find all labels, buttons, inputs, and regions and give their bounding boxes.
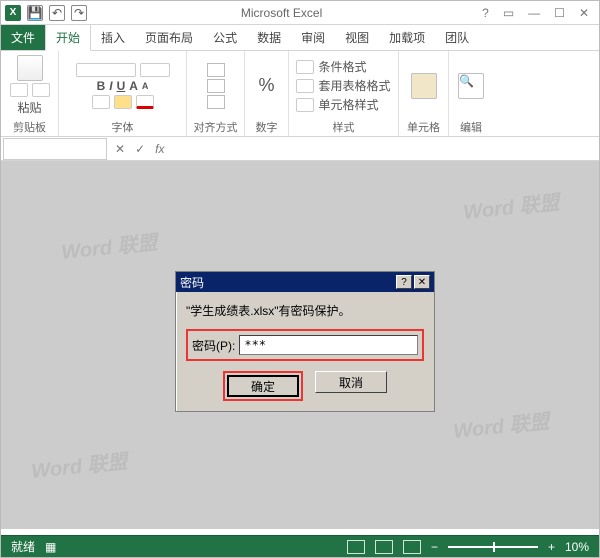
password-label: 密码(P):	[192, 337, 235, 354]
minimize-icon[interactable]: —	[528, 6, 540, 20]
worksheet-area: Word 联盟 Word 联盟 Word 联盟 Word 联盟 密码 ? ✕ "…	[1, 161, 599, 529]
help-icon[interactable]: ?	[482, 6, 489, 20]
fx-icon[interactable]: fx	[155, 142, 164, 156]
page-break-view-icon[interactable]	[403, 540, 421, 554]
title-bar: X 💾 ↶ ↷ Microsoft Excel ? ▭ — ☐ ✕	[1, 1, 599, 25]
italic-button[interactable]: I	[109, 79, 112, 93]
group-alignment: 对齐方式	[187, 51, 245, 136]
ok-highlight: 确定	[223, 371, 303, 401]
zoom-slider[interactable]	[448, 546, 538, 548]
cells-label: 单元格	[407, 117, 440, 135]
cells-icon[interactable]	[411, 73, 437, 99]
group-number: % 数字	[245, 51, 289, 136]
app-title: Microsoft Excel	[91, 6, 472, 20]
tab-insert[interactable]: 插入	[91, 25, 135, 50]
number-label: 数字	[256, 117, 278, 135]
font-shrink-button[interactable]: A	[142, 81, 149, 91]
ribbon: 粘贴 剪贴板 B I U A A 字体 对齐方式 % 数字	[1, 51, 599, 137]
bold-button[interactable]: B	[97, 79, 106, 93]
maximize-icon[interactable]: ☐	[554, 6, 565, 20]
password-dialog: 密码 ? ✕ "学生成绩表.xlsx"有密码保护。 密码(P): 确定 取消	[175, 271, 435, 412]
border-icon[interactable]	[92, 95, 110, 109]
close-icon[interactable]: ✕	[579, 6, 589, 20]
dialog-titlebar[interactable]: 密码 ? ✕	[176, 272, 434, 292]
tab-home[interactable]: 开始	[45, 24, 91, 51]
group-clipboard: 粘贴 剪贴板	[1, 51, 59, 136]
table-format-icon[interactable]	[296, 79, 314, 93]
cancel-formula-icon[interactable]: ✕	[115, 142, 125, 156]
tab-formulas[interactable]: 公式	[203, 25, 247, 50]
watermark: Word 联盟	[60, 226, 159, 265]
clipboard-label: 剪贴板	[13, 117, 46, 135]
ribbon-collapse-icon[interactable]: ▭	[503, 6, 514, 20]
watermark: Word 联盟	[461, 186, 560, 225]
watermark: Word 联盟	[451, 405, 550, 444]
excel-icon: X	[5, 5, 21, 21]
font-label: 字体	[112, 117, 134, 135]
dialog-title: 密码	[180, 274, 204, 291]
font-color-icon[interactable]	[136, 95, 154, 109]
cond-format-icon[interactable]	[296, 60, 314, 74]
percent-icon[interactable]: %	[258, 75, 274, 96]
align-middle-icon[interactable]	[207, 79, 225, 93]
align-top-icon[interactable]	[207, 63, 225, 77]
tab-team[interactable]: 团队	[435, 25, 479, 50]
cell-style-icon[interactable]	[296, 98, 314, 112]
password-input[interactable]	[239, 335, 418, 355]
tab-file[interactable]: 文件	[1, 25, 45, 50]
paste-label: 粘贴	[17, 99, 41, 116]
ribbon-tabs: 文件 开始 插入 页面布局 公式 数据 审阅 视图 加载项 团队	[1, 25, 599, 51]
ok-button[interactable]: 确定	[227, 375, 299, 397]
group-cells: 单元格	[399, 51, 449, 136]
group-font: B I U A A 字体	[59, 51, 187, 136]
dialog-close-icon[interactable]: ✕	[414, 275, 430, 289]
cell-style-label[interactable]: 单元格样式	[318, 96, 378, 113]
styles-label: 样式	[333, 117, 355, 135]
group-editing: 🔍 编辑	[449, 51, 493, 136]
alignment-label: 对齐方式	[194, 117, 238, 135]
zoom-value[interactable]: 10%	[565, 540, 589, 554]
tab-page-layout[interactable]: 页面布局	[135, 25, 203, 50]
dialog-body: "学生成绩表.xlsx"有密码保护。 密码(P): 确定 取消	[176, 292, 434, 411]
status-ready: 就绪	[11, 538, 35, 555]
tab-data[interactable]: 数据	[247, 25, 291, 50]
cancel-button[interactable]: 取消	[315, 371, 387, 393]
editing-label: 编辑	[460, 117, 482, 135]
cond-format-label[interactable]: 条件格式	[318, 58, 366, 75]
status-bar: 就绪 ▦ − + 10%	[1, 535, 599, 557]
redo-icon[interactable]: ↷	[71, 5, 87, 21]
tab-review[interactable]: 审阅	[291, 25, 335, 50]
password-row: 密码(P):	[186, 329, 424, 361]
zoom-out-icon[interactable]: −	[431, 540, 438, 554]
normal-view-icon[interactable]	[347, 540, 365, 554]
undo-icon[interactable]: ↶	[49, 5, 65, 21]
underline-button[interactable]: U	[117, 79, 126, 93]
name-box[interactable]	[3, 138, 107, 160]
tab-addins[interactable]: 加载项	[379, 25, 435, 50]
dialog-message: "学生成绩表.xlsx"有密码保护。	[186, 302, 424, 319]
paste-icon[interactable]	[17, 55, 43, 81]
quick-access-toolbar: X 💾 ↶ ↷	[1, 5, 91, 21]
font-grow-button[interactable]: A	[129, 79, 138, 93]
tab-view[interactable]: 视图	[335, 25, 379, 50]
formula-bar: ✕ ✓ fx	[1, 137, 599, 161]
copy-icon[interactable]	[32, 83, 50, 97]
cut-icon[interactable]	[10, 83, 28, 97]
enter-formula-icon[interactable]: ✓	[135, 142, 145, 156]
table-format-label[interactable]: 套用表格格式	[318, 77, 390, 94]
find-icon[interactable]: 🔍	[458, 73, 484, 99]
window-buttons: ? ▭ — ☐ ✕	[472, 6, 599, 20]
fill-icon[interactable]	[114, 95, 132, 109]
zoom-in-icon[interactable]: +	[548, 540, 555, 554]
group-styles: 条件格式 套用表格格式 单元格样式 样式	[289, 51, 399, 136]
macro-record-icon[interactable]: ▦	[45, 540, 56, 554]
save-icon[interactable]: 💾	[27, 5, 43, 21]
watermark: Word 联盟	[30, 445, 129, 484]
size-dropdown[interactable]	[140, 63, 170, 77]
dialog-help-icon[interactable]: ?	[396, 275, 412, 289]
font-dropdown[interactable]	[76, 63, 136, 77]
page-layout-view-icon[interactable]	[375, 540, 393, 554]
align-bottom-icon[interactable]	[207, 95, 225, 109]
